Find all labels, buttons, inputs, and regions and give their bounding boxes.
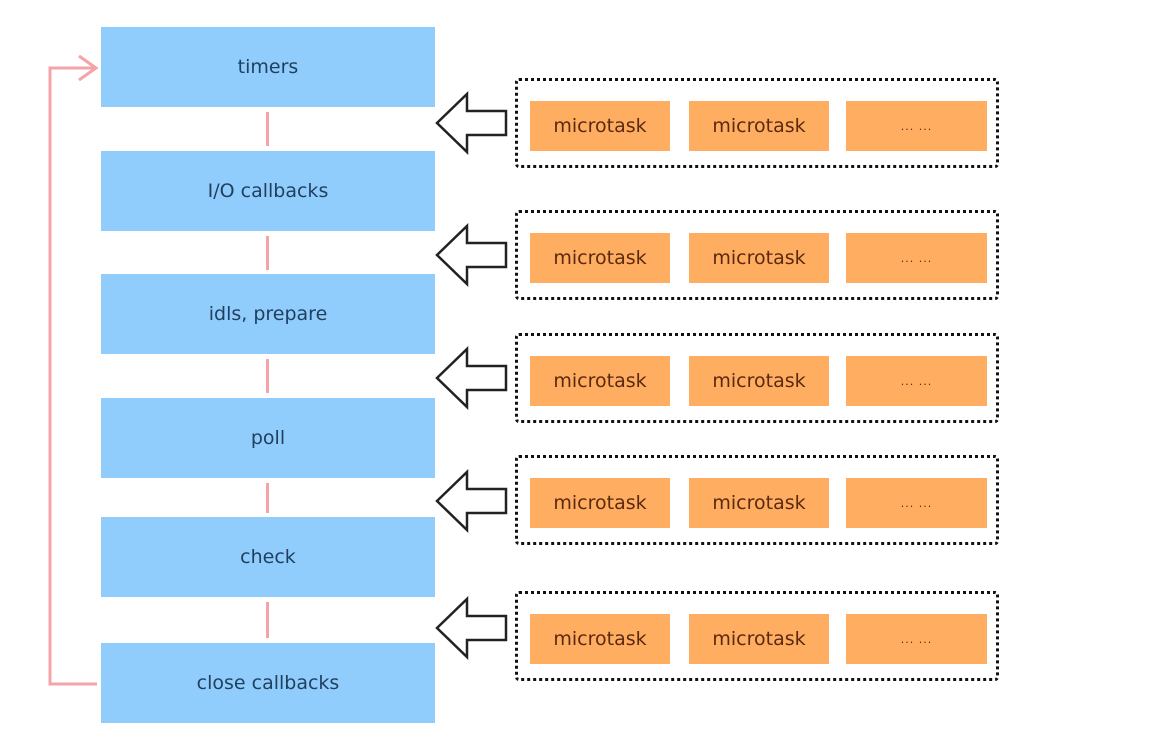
phase-idle-prepare: idls, prepare xyxy=(101,274,435,354)
microtask-queue: microtask microtask ... ... xyxy=(515,333,999,423)
microtask-item: microtask xyxy=(689,478,829,528)
phase-connector xyxy=(266,112,269,146)
microtask-queue: microtask microtask ... ... xyxy=(515,78,999,168)
left-arrow-icon xyxy=(435,91,508,155)
microtask-item: microtask xyxy=(689,614,829,664)
microtask-ellipsis: ... ... xyxy=(846,614,987,664)
microtask-ellipsis: ... ... xyxy=(846,101,987,151)
phase-poll: poll xyxy=(101,398,435,478)
phase-io-callbacks: I/O callbacks xyxy=(101,151,435,231)
left-arrow-icon xyxy=(435,346,508,410)
left-arrow-icon xyxy=(435,469,508,533)
microtask-ellipsis: ... ... xyxy=(846,356,987,406)
phase-connector xyxy=(266,359,269,393)
microtask-item: microtask xyxy=(530,614,670,664)
phase-label: close callbacks xyxy=(196,672,340,694)
microtask-item: microtask xyxy=(530,101,670,151)
microtask-item: microtask xyxy=(530,478,670,528)
microtask-item: microtask xyxy=(689,101,829,151)
phase-label: check xyxy=(240,546,296,568)
phase-connector xyxy=(266,236,269,270)
microtask-queue: microtask microtask ... ... xyxy=(515,591,999,681)
microtask-ellipsis: ... ... xyxy=(846,233,987,283)
microtask-item: microtask xyxy=(689,356,829,406)
phase-label: timers xyxy=(237,56,299,78)
phase-check: check xyxy=(101,517,435,597)
microtask-item: microtask xyxy=(530,356,670,406)
phase-connector xyxy=(266,602,269,638)
microtask-item: microtask xyxy=(530,233,670,283)
microtask-queue: microtask microtask ... ... xyxy=(515,210,999,300)
microtask-queue: microtask microtask ... ... xyxy=(515,455,999,545)
phase-label: poll xyxy=(250,427,286,449)
microtask-ellipsis: ... ... xyxy=(846,478,987,528)
phase-label: I/O callbacks xyxy=(207,180,329,202)
phase-timers: timers xyxy=(101,27,435,107)
left-arrow-icon xyxy=(435,596,508,660)
left-arrow-icon xyxy=(435,223,508,287)
phase-label: idls, prepare xyxy=(208,303,328,325)
phase-close-callbacks: close callbacks xyxy=(101,643,435,723)
microtask-item: microtask xyxy=(689,233,829,283)
phase-connector xyxy=(266,483,269,513)
